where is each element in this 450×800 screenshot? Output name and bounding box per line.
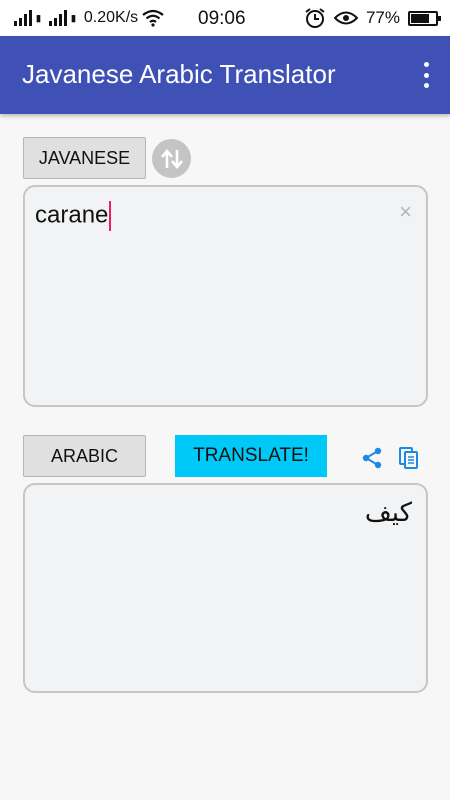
translated-text: كيف	[364, 497, 412, 527]
source-text-area[interactable]: carane ×	[23, 185, 428, 407]
target-language-button[interactable]: ARABIC	[23, 435, 146, 477]
clear-icon[interactable]: ×	[399, 199, 412, 225]
signal-icon-2	[48, 10, 67, 26]
alarm-icon	[305, 8, 325, 28]
clock: 09:06	[198, 8, 246, 29]
wifi-icon	[142, 9, 164, 27]
sim1-icon: ▮	[36, 12, 41, 23]
swap-languages-button[interactable]	[152, 139, 191, 178]
status-left: ▮ ▮ 0.20K/s	[14, 6, 164, 30]
source-text: carane	[35, 201, 109, 229]
share-icon	[362, 447, 382, 469]
battery-level	[411, 13, 430, 23]
network-speed: 0.20K/s	[83, 9, 139, 26]
more-vert-icon[interactable]	[420, 62, 432, 88]
app-title: Javanese Arabic Translator	[22, 59, 336, 89]
text-caret	[109, 201, 112, 231]
battery-icon	[408, 10, 441, 26]
target-text-area: كيف	[23, 483, 428, 693]
copy-button[interactable]	[398, 446, 420, 475]
eye-icon	[333, 11, 358, 25]
source-language-button[interactable]: JAVANESE	[23, 137, 146, 179]
copy-icon	[399, 447, 418, 469]
status-bar: ▮ ▮ 0.20K/s 09:06 77%	[0, 0, 450, 36]
sim2-icon: ▮	[70, 12, 76, 23]
app-bar: Javanese Arabic Translator	[0, 36, 450, 114]
share-button[interactable]	[360, 446, 384, 475]
signal-icon	[14, 10, 32, 26]
translate-button[interactable]: TRANSLATE!	[175, 435, 327, 477]
source-text-input[interactable]: carane	[35, 201, 112, 231]
battery-percent: 77%	[365, 8, 400, 27]
swap-icon	[160, 148, 183, 169]
status-right: 77%	[304, 6, 441, 30]
